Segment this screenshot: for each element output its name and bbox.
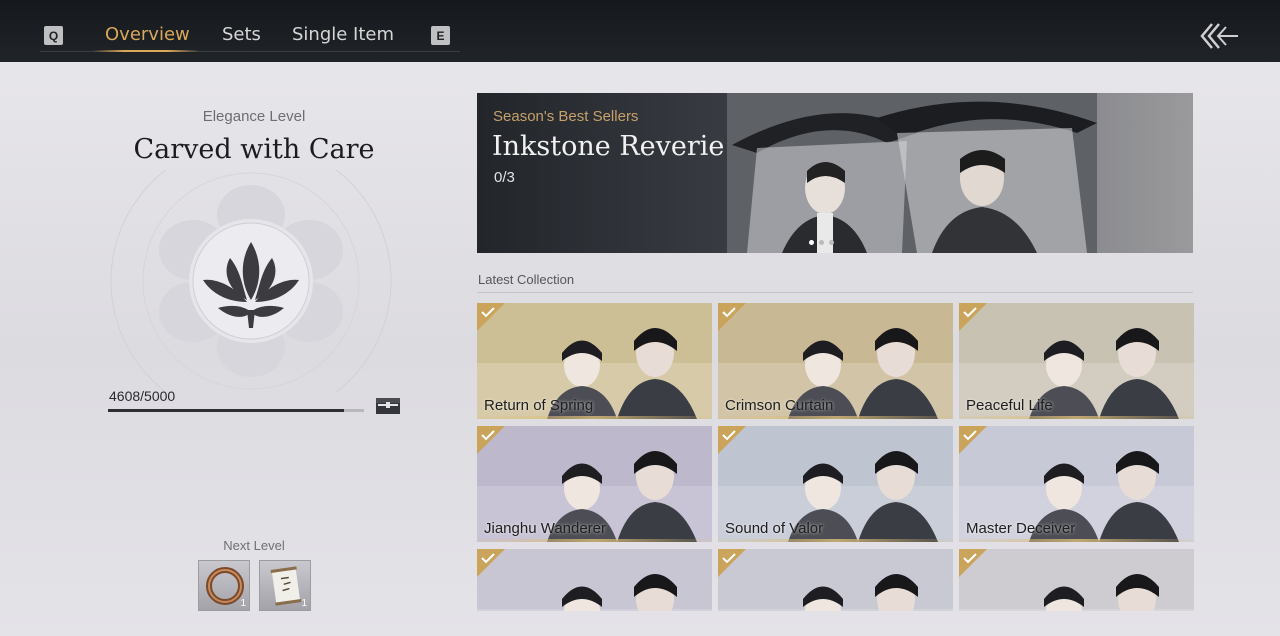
tab-single-item[interactable]: Single Item <box>292 24 394 45</box>
elegance-progress-bar <box>108 409 364 412</box>
card-highlight-strip <box>959 416 1194 419</box>
collection-card[interactable]: Master Deceiver <box>959 426 1194 542</box>
owned-check-badge-icon <box>718 549 746 577</box>
collection-card[interactable] <box>959 549 1194 611</box>
outfit-preview-image <box>959 549 1194 611</box>
back-button[interactable] <box>1198 18 1242 54</box>
top-navigation-bar: Q Overview Sets Single Item E <box>0 0 1280 62</box>
outfit-preview-image <box>718 549 953 611</box>
latest-collection-label: Latest Collection <box>478 272 575 287</box>
collection-card-name: Master Deceiver <box>966 520 1076 537</box>
q-key-hint[interactable]: Q <box>44 26 63 45</box>
banner-dot[interactable] <box>829 240 834 245</box>
active-tab-indicator <box>92 50 200 52</box>
tab-overview[interactable]: Overview <box>105 24 190 45</box>
collection-card-name: Return of Spring <box>484 397 594 414</box>
chest-icon <box>376 398 400 414</box>
latest-collection-divider <box>477 292 1193 293</box>
owned-check-badge-icon <box>477 303 505 331</box>
banner-title: Inkstone Reverie <box>492 131 725 162</box>
collection-card[interactable]: Crimson Curtain <box>718 303 953 419</box>
banner-pagination[interactable] <box>809 232 839 250</box>
owned-check-badge-icon <box>477 549 505 577</box>
card-highlight-strip <box>718 539 953 542</box>
collection-card[interactable]: Peaceful Life <box>959 303 1194 419</box>
collection-card-name: Jianghu Wanderer <box>484 520 607 537</box>
elegance-level-label: Elegance Level <box>202 108 306 125</box>
owned-check-badge-icon <box>718 426 746 454</box>
banner-dot[interactable] <box>809 240 814 245</box>
banner-collected-count: 0/3 <box>494 169 515 186</box>
collection-card-name: Peaceful Life <box>966 397 1053 414</box>
owned-check-badge-icon <box>959 303 987 331</box>
e-key-hint[interactable]: E <box>431 26 450 45</box>
owned-check-badge-icon <box>477 426 505 454</box>
back-arrow-icon <box>1200 23 1238 49</box>
next-level-reward-1[interactable]: 1 <box>198 560 250 611</box>
reward-quantity: 1 <box>301 598 307 609</box>
owned-check-badge-icon <box>718 303 746 331</box>
card-highlight-strip <box>718 416 953 419</box>
outfit-preview-image <box>477 549 712 611</box>
reward-chest-button[interactable] <box>374 394 402 416</box>
owned-check-badge-icon <box>959 426 987 454</box>
card-highlight-strip <box>477 539 712 542</box>
owned-check-badge-icon <box>959 549 987 577</box>
banner-dot[interactable] <box>819 240 824 245</box>
collection-card[interactable]: Jianghu Wanderer <box>477 426 712 542</box>
elegance-level-title: Carved with Care <box>133 134 375 165</box>
card-highlight-strip <box>477 416 712 419</box>
reward-quantity: 1 <box>240 598 246 609</box>
tab-sets[interactable]: Sets <box>222 24 261 45</box>
next-level-reward-2[interactable]: 1 <box>259 560 311 611</box>
card-highlight-strip <box>959 539 1194 542</box>
next-level-label: Next Level <box>223 538 285 553</box>
banner-subtitle: Season's Best Sellers <box>493 108 639 125</box>
collection-card[interactable]: Sound of Valor <box>718 426 953 542</box>
featured-set-banner[interactable]: Season's Best Sellers Inkstone Reverie 0… <box>477 93 1193 253</box>
banner-artwork <box>727 93 1097 253</box>
collection-card-name: Sound of Valor <box>725 520 824 537</box>
collection-card[interactable]: Return of Spring <box>477 303 712 419</box>
elegance-progress-fill <box>108 409 344 412</box>
lotus-emblem-icon <box>110 170 392 392</box>
collection-card[interactable] <box>718 549 953 611</box>
elegance-progress-text: 4608/5000 <box>109 388 176 404</box>
collection-card-name: Crimson Curtain <box>725 397 834 414</box>
collection-card[interactable] <box>477 549 712 611</box>
